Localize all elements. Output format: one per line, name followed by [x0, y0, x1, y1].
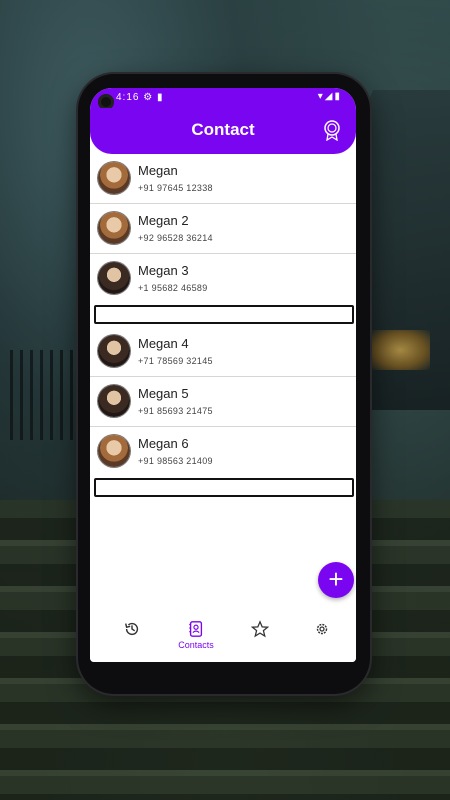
- status-right: ▾◢▮: [317, 91, 342, 102]
- status-bar: 4:16 ⚙ ▮ ▾◢▮: [90, 88, 356, 110]
- contact-row[interactable]: Megan 5 +91 85693 21475: [90, 377, 356, 427]
- contact-row[interactable]: Megan 3 +1 95682 46589: [90, 254, 356, 303]
- banner-placeholder: [94, 478, 354, 497]
- nav-label-contacts: Contacts: [178, 640, 214, 650]
- contact-row[interactable]: Megan 2 +92 96528 36214: [90, 204, 356, 254]
- contact-phone: +71 78569 32145: [138, 356, 213, 366]
- contact-phone: +91 97645 12338: [138, 183, 213, 193]
- avatar: [98, 385, 130, 417]
- banner-placeholder: [94, 305, 354, 324]
- app-bar: Contact: [90, 108, 356, 154]
- avatar: [98, 262, 130, 294]
- add-icon: +: [328, 564, 344, 594]
- nav-history[interactable]: [102, 620, 162, 638]
- contact-name: Megan: [138, 163, 178, 178]
- badge-icon[interactable]: [322, 119, 342, 142]
- history-icon: [125, 622, 139, 636]
- contact-row[interactable]: Megan +91 97645 12338: [90, 154, 356, 204]
- contact-name: Megan 2: [138, 213, 189, 228]
- contact-name: Megan 5: [138, 386, 189, 401]
- contact-phone: +91 98563 21409: [138, 456, 213, 466]
- contact-row[interactable]: Megan 6 +91 98563 21409: [90, 427, 356, 476]
- nav-contacts[interactable]: Contacts: [166, 620, 226, 650]
- iron-fence: [10, 350, 80, 440]
- contact-list: Megan +91 97645 12338 Megan 2 +92 96528 …: [90, 154, 356, 500]
- contacts-icon: [189, 621, 203, 637]
- contact-phone: +1 95682 46589: [138, 283, 208, 293]
- star-icon: [251, 620, 269, 638]
- avatar: [98, 435, 130, 467]
- page-title: Contact: [191, 120, 255, 139]
- contact-name: Megan 4: [138, 336, 189, 351]
- contact-name: Megan 3: [138, 263, 189, 278]
- gear-icon: [316, 623, 328, 635]
- nav-favorites[interactable]: [230, 620, 290, 638]
- contact-row[interactable]: Megan 4 +71 78569 32145: [90, 327, 356, 377]
- avatar: [98, 162, 130, 194]
- contact-phone: +92 96528 36214: [138, 233, 213, 243]
- glowing-window: [370, 330, 430, 370]
- contact-phone: +91 85693 21475: [138, 406, 213, 416]
- status-left: 4:16 ⚙ ▮: [116, 92, 164, 103]
- nav-settings[interactable]: [292, 620, 352, 638]
- avatar: [98, 335, 130, 367]
- add-contact-button[interactable]: +: [318, 562, 354, 598]
- app-screen: 4:16 ⚙ ▮ ▾◢▮ Contact Megan +91 97645 123…: [90, 88, 356, 662]
- contact-name: Megan 6: [138, 436, 189, 451]
- bottom-nav: Contacts: [90, 614, 356, 662]
- avatar: [98, 212, 130, 244]
